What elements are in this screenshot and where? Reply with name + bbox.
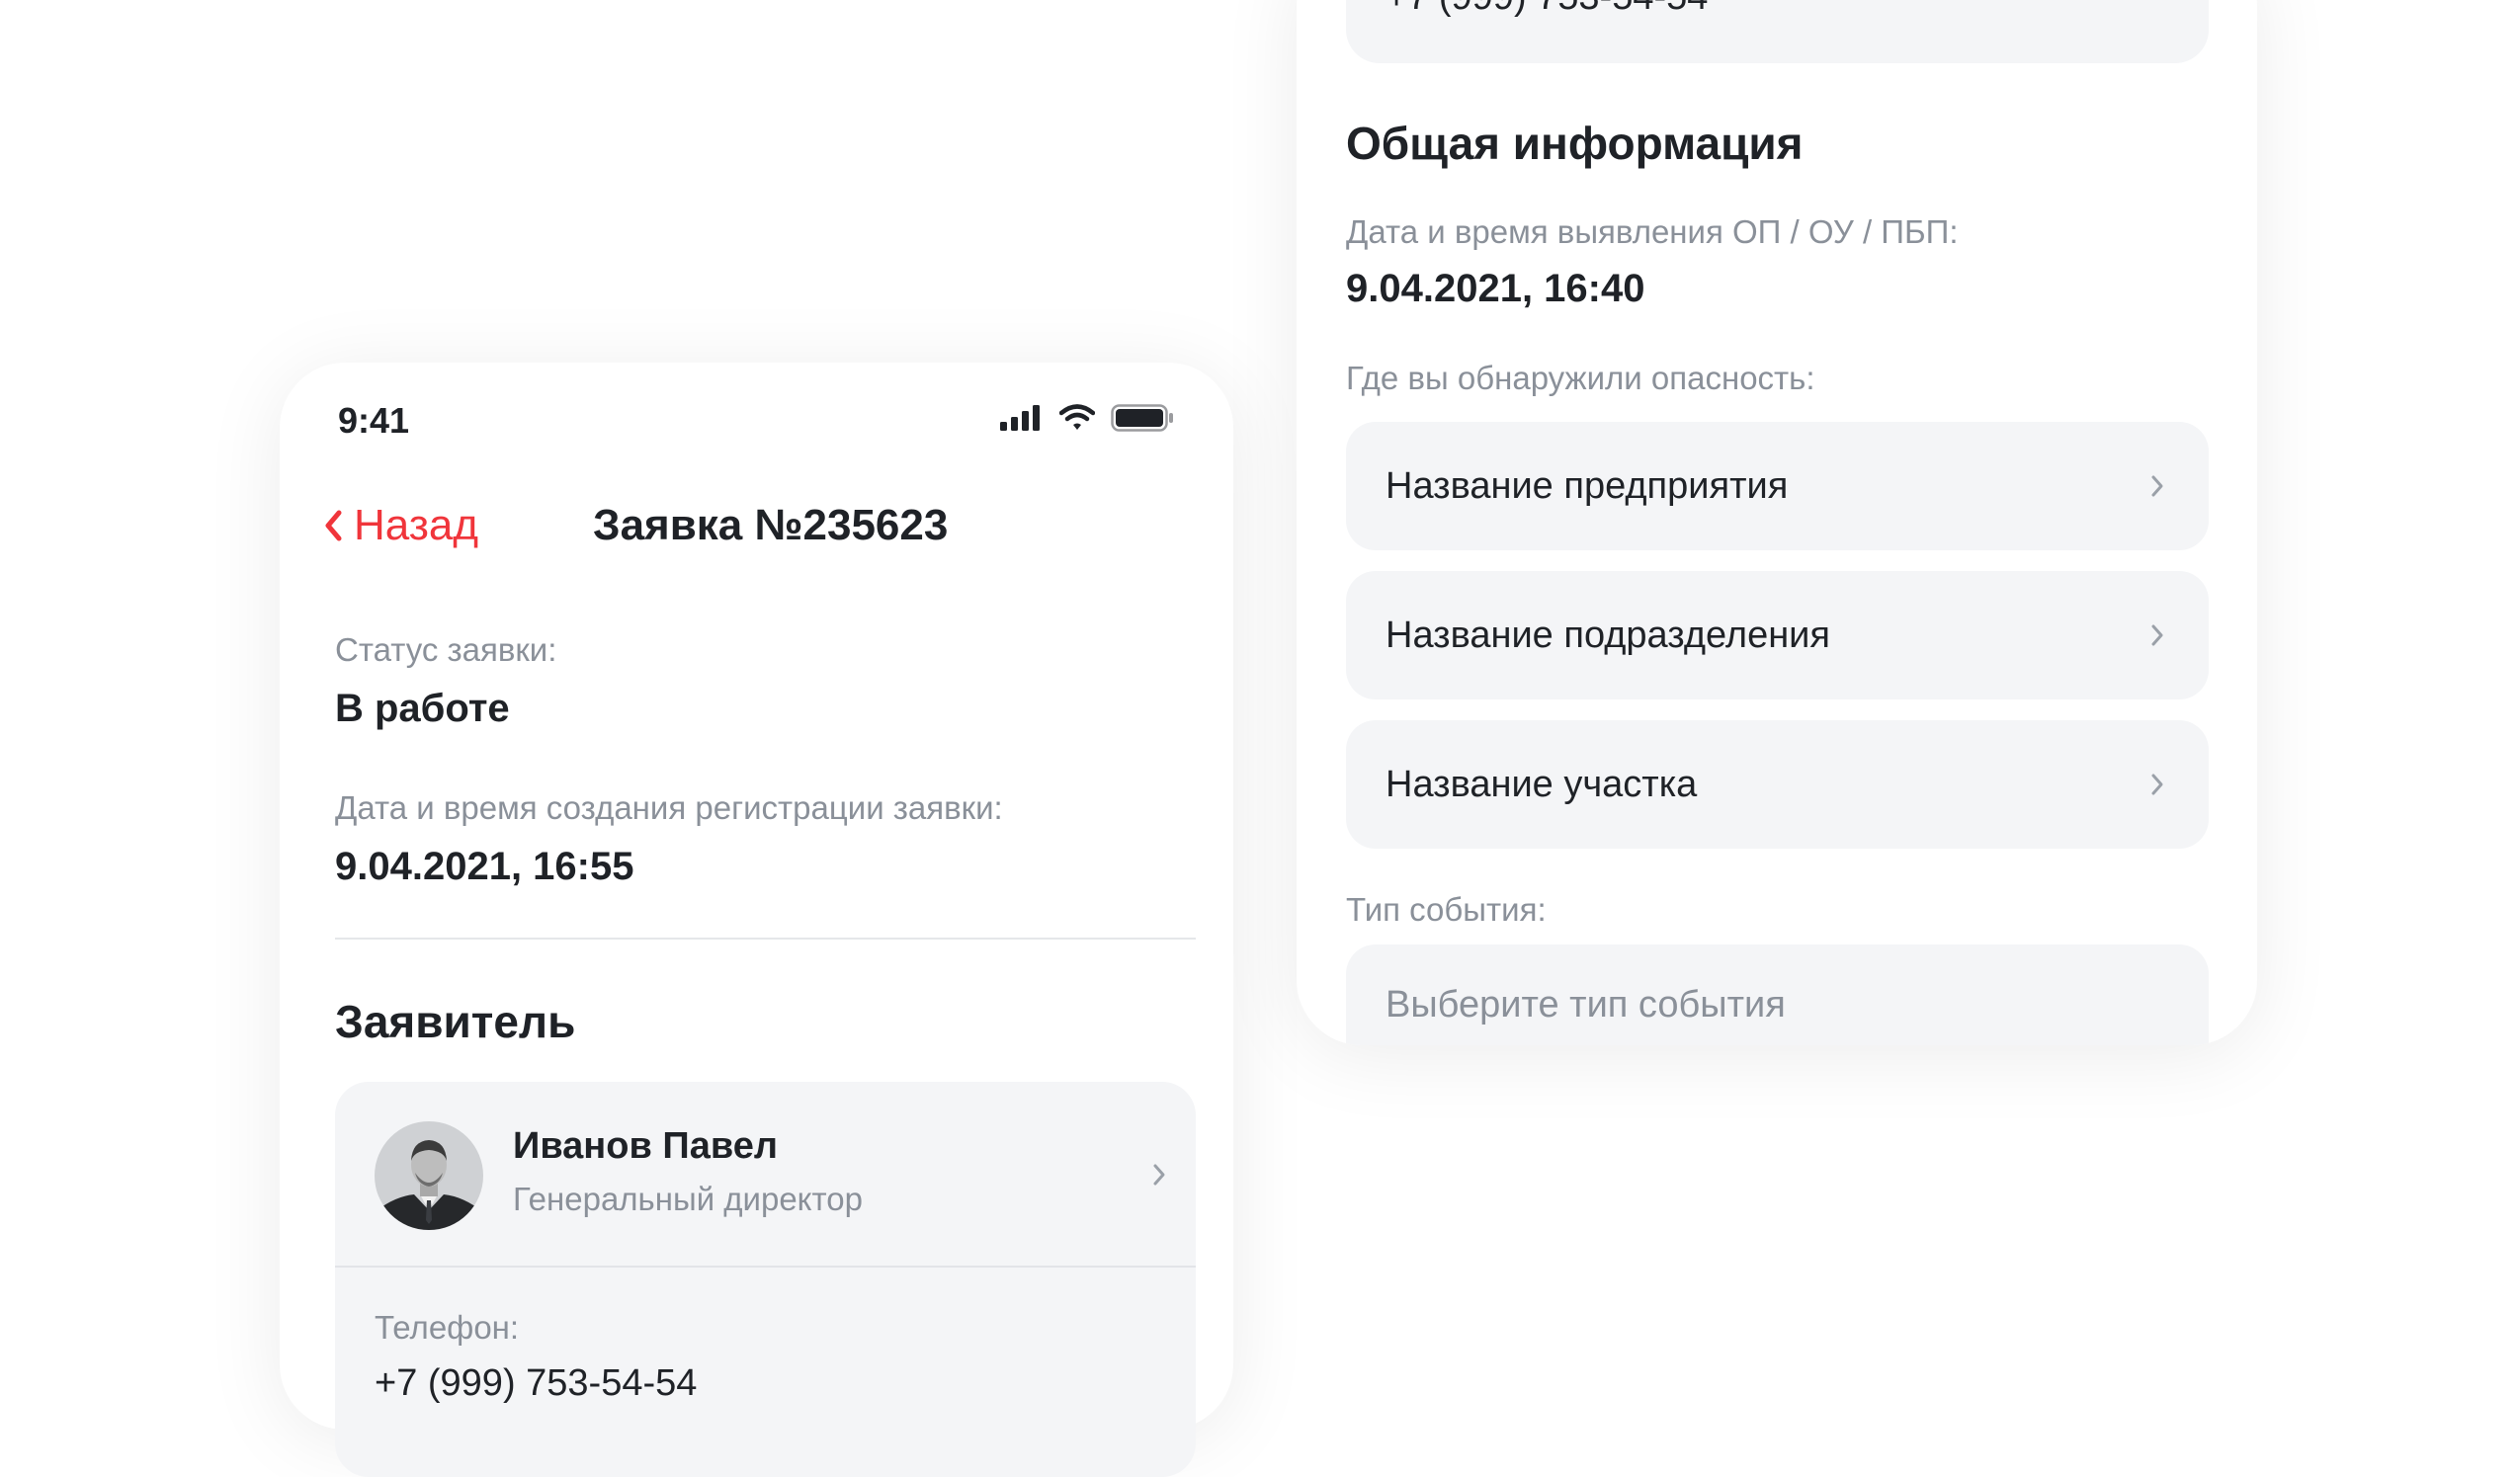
applicant-row[interactable]: Иванов Павел Генеральный директор — [335, 1082, 1196, 1266]
enterprise-row-label: Название предприятия — [1386, 464, 1789, 507]
section-divider — [335, 938, 1196, 940]
applicant-name: Иванов Павел — [513, 1125, 778, 1167]
detected-value: 9.04.2021, 16:40 — [1346, 267, 1645, 310]
status-bar-icons — [1000, 404, 1174, 432]
site-row[interactable]: Название участка — [1346, 720, 2209, 849]
subdivision-row-label: Название подразделения — [1386, 614, 1830, 656]
event-type-label: Тип события: — [1346, 891, 1547, 928]
chevron-right-icon — [2151, 624, 2163, 646]
chevron-right-icon — [2151, 475, 2163, 497]
phone-general-info: +7 (999) 753-54-54 Общая информация Дата… — [1297, 0, 2257, 1045]
wifi-icon — [1059, 404, 1095, 430]
site-row-label: Название участка — [1386, 763, 1698, 805]
chevron-right-icon — [2151, 774, 2163, 795]
status-label: Статус заявки: — [335, 631, 557, 668]
enterprise-row[interactable]: Название предприятия — [1346, 422, 2209, 550]
event-type-placeholder: Выберите тип события — [1386, 984, 1786, 1026]
signal-icon — [1000, 405, 1040, 431]
phone-partial-value: +7 (999) 753-54-54 — [1386, 0, 1708, 19]
where-label: Где вы обнаружили опасность: — [1346, 360, 1815, 396]
general-info-title: Общая информация — [1346, 118, 1804, 169]
back-button[interactable]: Назад — [324, 501, 478, 550]
applicant-card: Иванов Павел Генеральный директор Телефо… — [335, 1082, 1196, 1477]
status-value: В работе — [335, 687, 510, 730]
event-type-select[interactable]: Выберите тип события — [1346, 944, 2209, 1045]
page-title: Заявка №235623 — [593, 501, 949, 549]
applicant-divider — [335, 1266, 1196, 1268]
phone-request-detail: 9:41 Назад Заявка №235623 Статус заявки:… — [280, 363, 1233, 1477]
applicant-section-title: Заявитель — [335, 996, 576, 1047]
battery-icon — [1111, 404, 1173, 432]
detected-label: Дата и время выявления ОП / ОУ / ПБП: — [1346, 213, 1959, 250]
created-label: Дата и время создания регистрации заявки… — [335, 789, 1003, 826]
status-bar-time: 9:41 — [338, 400, 410, 441]
applicant-position: Генеральный директор — [513, 1181, 863, 1217]
created-value: 9.04.2021, 16:55 — [335, 845, 634, 888]
subdivision-row[interactable]: Название подразделения — [1346, 571, 2209, 699]
chevron-right-icon — [1153, 1164, 1165, 1186]
back-label: Назад — [354, 501, 479, 549]
phone-label: Телефон: — [375, 1309, 520, 1346]
phone-field-partial: +7 (999) 753-54-54 — [1346, 0, 2209, 63]
phone-value[interactable]: +7 (999) 753-54-54 — [375, 1362, 697, 1405]
avatar — [375, 1121, 483, 1230]
back-chevron-icon — [325, 510, 342, 541]
